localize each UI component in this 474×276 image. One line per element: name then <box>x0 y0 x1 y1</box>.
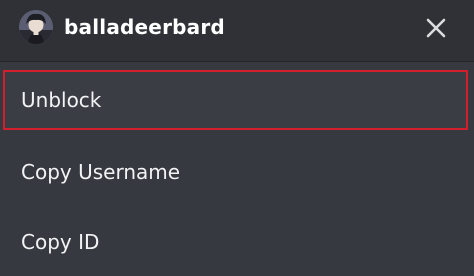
avatar-image-icon <box>19 10 53 44</box>
user-avatar[interactable] <box>19 10 53 44</box>
copy-id-label: Copy ID <box>21 230 100 254</box>
copy-username-menu-item[interactable]: Copy Username <box>0 136 474 206</box>
profile-header: balladeerbard <box>0 0 474 62</box>
unblock-menu-item[interactable]: Unblock <box>3 70 468 130</box>
username-label: balladeerbard <box>64 15 225 39</box>
unblock-label: Unblock <box>21 88 102 112</box>
close-icon[interactable] <box>422 14 450 42</box>
copy-username-label: Copy Username <box>21 160 181 184</box>
